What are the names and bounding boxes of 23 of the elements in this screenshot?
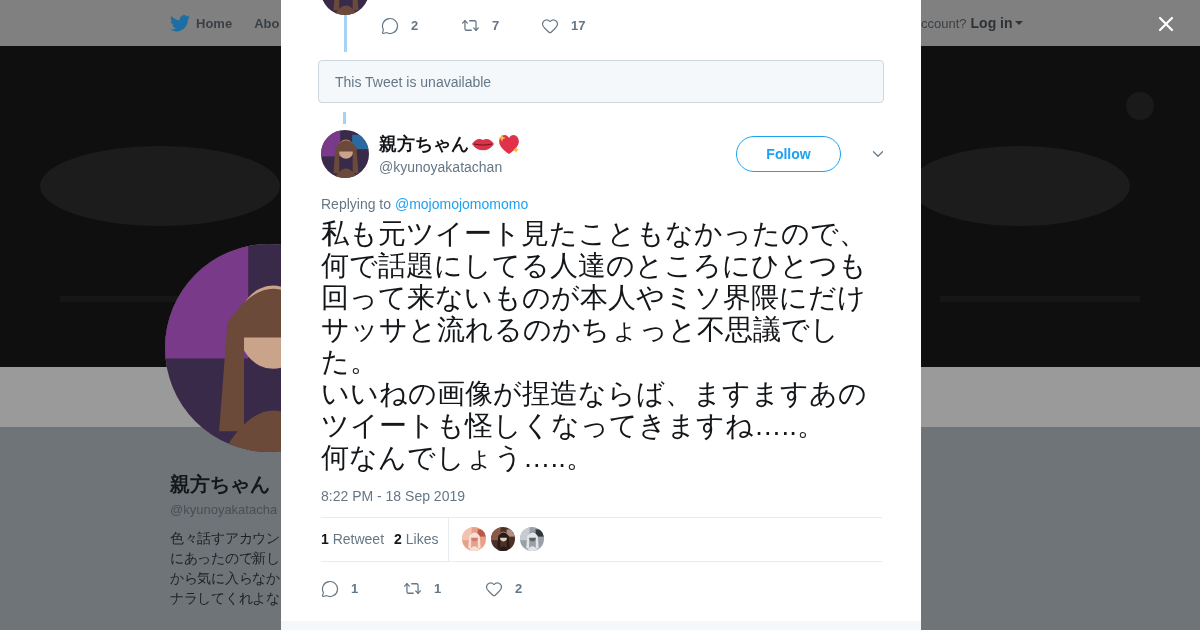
stat-link[interactable]: 1 Retweet bbox=[321, 531, 385, 548]
home-link[interactable]: Home bbox=[170, 14, 233, 32]
nav-link[interactable]: Abo bbox=[254, 15, 280, 31]
bird-icon bbox=[170, 14, 190, 32]
tweet-text: 何なんでしょう…..。 bbox=[321, 441, 595, 474]
heart-icon bbox=[541, 16, 559, 35]
login-link[interactable]: Log in bbox=[970, 15, 1023, 31]
retweet-button[interactable]: 7 bbox=[461, 16, 541, 35]
stat-link[interactable]: 2 Likes bbox=[394, 531, 439, 548]
account-prompt: ccount? bbox=[921, 15, 967, 31]
timestamp: 8:22 PM - 18 Sep 2019 bbox=[320, 486, 466, 504]
thread-line bbox=[343, 15, 347, 52]
reply-button[interactable]: 1 bbox=[321, 573, 403, 604]
reply-icon bbox=[321, 579, 339, 598]
like-button[interactable]: 2 bbox=[485, 573, 567, 604]
profile-name: 親方ちゃん bbox=[170, 472, 271, 497]
like-button[interactable]: 17 bbox=[541, 16, 621, 35]
retweet-button[interactable]: 1 bbox=[403, 573, 485, 604]
reply-button[interactable]: 2 bbox=[381, 16, 461, 35]
reply-icon bbox=[381, 16, 399, 35]
profile-bio: 色々話すアカウン にあったので新し から気に入らなか ナラしてくれよな bbox=[170, 530, 281, 608]
heart-icon bbox=[485, 579, 503, 598]
tweet-text: いいねの画像が捏造ならば、ますますあのツイートも怪しくなってきますね…..。 bbox=[321, 377, 868, 442]
